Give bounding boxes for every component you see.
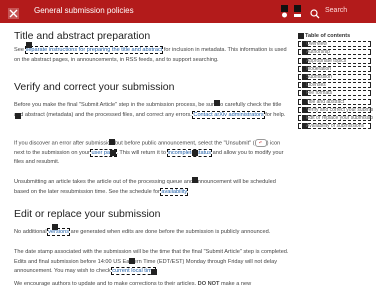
heading-verify: Verify and correct your submission <box>14 81 175 93</box>
toc-item-label: Authorship <box>306 49 330 56</box>
link-incomplete-status[interactable]: incomplete status <box>166 148 213 157</box>
marker-icon <box>52 224 58 230</box>
marker-icon <box>110 150 116 156</box>
toc-item-label: Title and abstract <box>306 98 345 105</box>
toc-item-label: File formats <box>306 90 333 97</box>
toc-item[interactable]: Edit or replace your submission <box>298 114 373 122</box>
paragraph-verify-2: If you discover an error after submissio… <box>14 139 284 166</box>
toc-item[interactable]: Overview <box>298 40 373 48</box>
toc-item-label: Moderation <box>306 65 332 72</box>
toc-item[interactable]: Appropriate topics <box>298 57 373 65</box>
page-header-title: General submission policies <box>34 6 134 15</box>
marker-icon <box>129 258 135 264</box>
link-availability[interactable]: availability <box>160 187 188 196</box>
toc-item[interactable]: Title and abstract <box>298 98 373 106</box>
link-contact-admins[interactable]: Contact arXiv administrators <box>192 110 265 119</box>
toc-item[interactable]: Licenses <box>298 81 373 89</box>
toc-title: Table of contents <box>305 33 351 39</box>
marker-icon <box>298 33 304 39</box>
menu-icon[interactable] <box>293 5 302 18</box>
paragraph-verify-3: Unsubmitting an article takes the articl… <box>14 177 276 196</box>
toc-item-label: Availability of submissions <box>306 123 364 130</box>
marker-icon <box>15 113 21 119</box>
marker-icon <box>192 150 198 156</box>
toc-item-label: Licenses <box>306 82 326 89</box>
marker-icon <box>26 42 32 48</box>
toc-item-label: Verify and correct your submission <box>306 106 373 113</box>
toc-item[interactable]: Verify and correct your submission <box>298 106 373 114</box>
table-of-contents: Table of contents Overview Authorship Appr… <box>298 32 373 130</box>
marker-icon <box>192 177 198 183</box>
link-title-abstract-instructions[interactable]: separate instructions for preparing the … <box>24 46 164 54</box>
search-placeholder: Search <box>325 7 348 14</box>
marker-icon <box>109 139 115 145</box>
toc-item-label: Overview <box>306 41 327 48</box>
toc-item[interactable]: Availability of submissions <box>298 122 373 130</box>
toc-item-label: Appropriate topics <box>306 57 347 64</box>
toc-item-label: Edit or replace your submission <box>306 114 373 121</box>
unsubmit-icon[interactable]: ↶ <box>254 139 267 147</box>
toc-item[interactable]: File formats <box>298 89 373 97</box>
toc-item[interactable]: Submission <box>298 73 373 81</box>
heading-title-abstract: Title and abstract preparation <box>14 30 151 42</box>
top-bar: General submission policies Search <box>0 0 376 23</box>
toc-item[interactable]: Authorship <box>298 48 373 56</box>
paragraph-edit-1: No additional versions are generated whe… <box>14 224 292 238</box>
search-box[interactable]: Search <box>310 4 370 19</box>
arxiv-logo-icon[interactable] <box>8 6 19 19</box>
user-icon[interactable] <box>280 5 289 18</box>
link-current-local-time[interactable]: current local time <box>111 267 156 275</box>
heading-edit-replace: Edit or replace your submission <box>14 208 161 220</box>
paragraph-edit-2: The date stamp associated with the submi… <box>14 249 289 275</box>
toc-item-label: Submission <box>306 73 332 80</box>
paragraph-verify-1: Before you make the final "Submit Articl… <box>14 100 286 119</box>
paragraph-title-abstract: See separate instructions for preparing … <box>14 42 292 65</box>
toc-item[interactable]: Moderation <box>298 65 373 73</box>
marker-icon <box>151 269 157 275</box>
paragraph-edit-3: We encourage authors to update and to ma… <box>14 281 252 287</box>
search-icon <box>310 6 320 19</box>
marker-icon <box>214 100 220 106</box>
